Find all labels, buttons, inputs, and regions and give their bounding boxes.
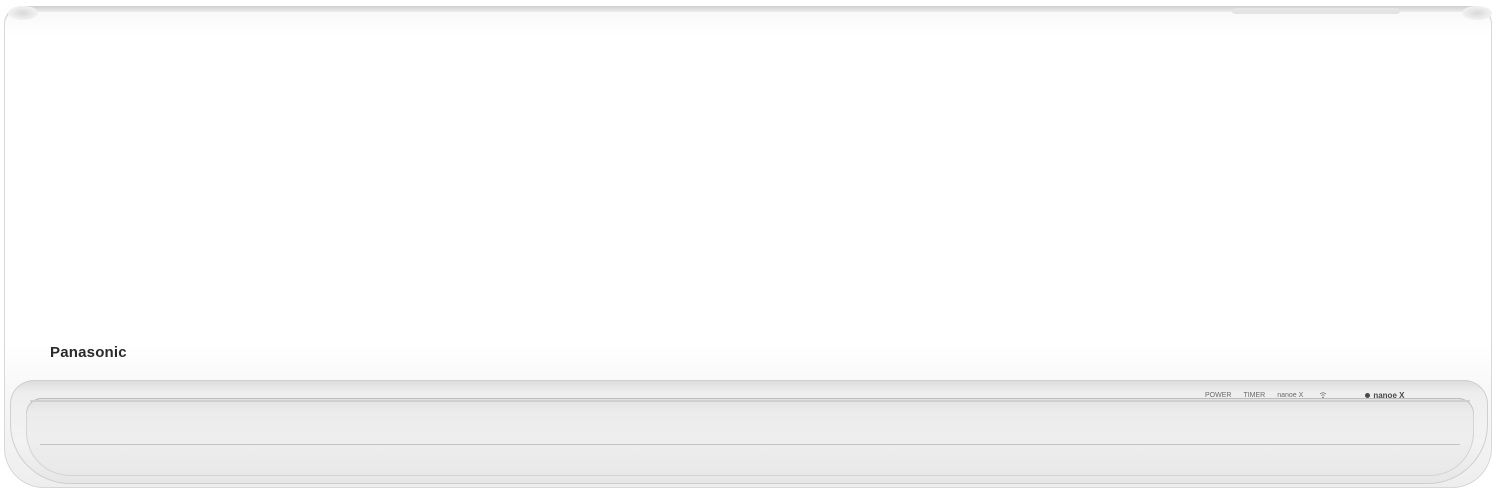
- indicator-strip: POWER TIMER nanoe X nanoe X: [1205, 389, 1404, 401]
- wifi-icon: [1319, 391, 1327, 399]
- louver-seam: [40, 444, 1460, 445]
- left-corner-cap: [8, 6, 38, 20]
- nanoe-dot-icon: [1365, 392, 1371, 398]
- nanoe-indicator-label: nanoe X: [1277, 391, 1304, 399]
- power-indicator-label: POWER: [1205, 391, 1232, 399]
- top-vent: [1232, 8, 1400, 14]
- timer-indicator-label: TIMER: [1243, 391, 1266, 399]
- nanoe-brand-text: nanoe X: [1373, 390, 1405, 400]
- right-corner-cap: [1462, 6, 1492, 20]
- brand-logo: Panasonic: [50, 344, 127, 361]
- airflow-louver: [26, 398, 1474, 476]
- nanoe-brand-mark: nanoe X: [1365, 391, 1404, 400]
